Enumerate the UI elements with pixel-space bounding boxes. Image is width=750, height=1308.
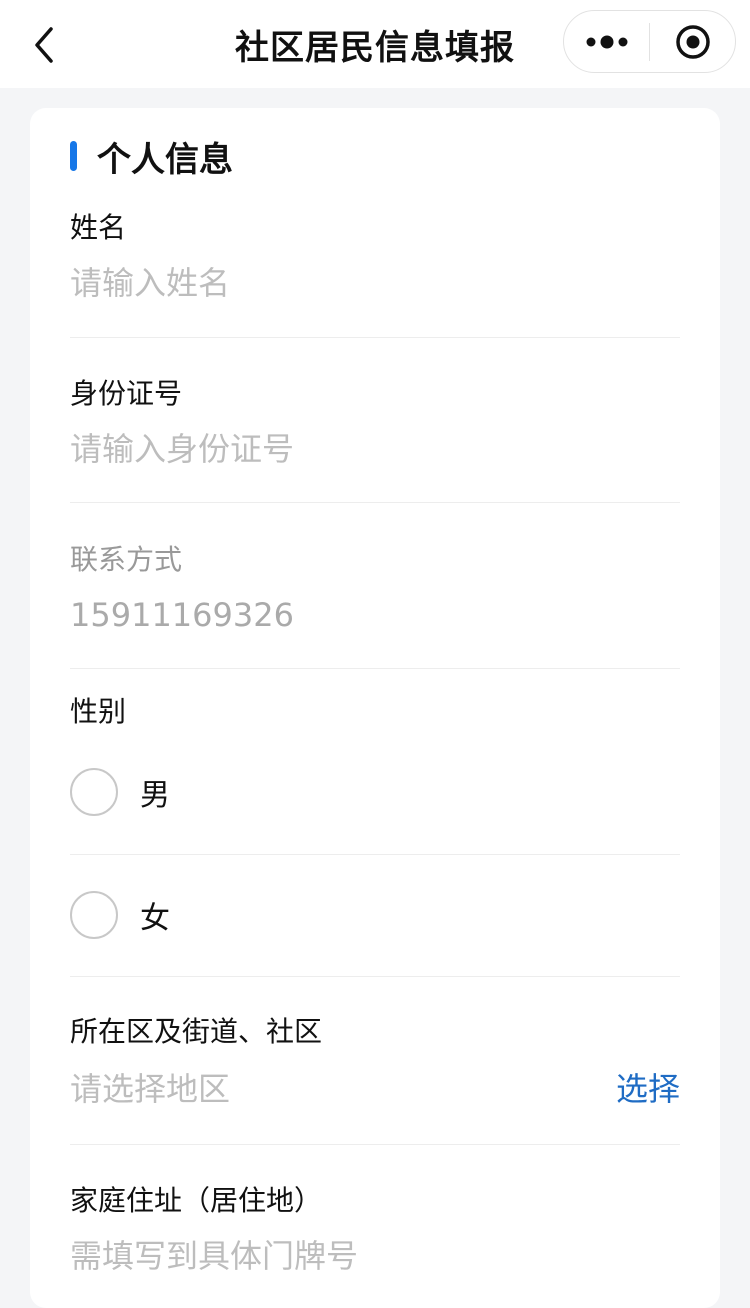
divider	[70, 668, 680, 669]
divider	[70, 976, 680, 977]
gender-option-female[interactable]: 女	[70, 885, 680, 945]
district-label: 所在区及街道、社区	[70, 1015, 323, 1048]
close-target-icon	[675, 24, 710, 59]
contact-value: 15911169326	[70, 596, 294, 634]
address-input[interactable]	[70, 1231, 680, 1281]
more-dots-icon	[586, 35, 627, 48]
divider	[70, 502, 680, 503]
section-accent-bar	[70, 141, 77, 171]
radio-button[interactable]	[70, 891, 118, 939]
divider	[70, 854, 680, 855]
navigation-bar: 社区居民信息填报	[0, 0, 750, 88]
section-title: 个人信息	[97, 139, 233, 180]
district-select[interactable]: 请选择地区 选择	[70, 1062, 680, 1112]
radio-label: 女	[140, 901, 170, 936]
section-header: 个人信息	[70, 134, 233, 180]
address-label: 家庭住址（居住地）	[70, 1184, 323, 1217]
close-button[interactable]	[650, 11, 735, 72]
divider	[70, 337, 680, 338]
district-field: 所在区及街道、社区 请选择地区 选择	[70, 1012, 680, 1112]
gender-field: 性别	[70, 692, 680, 732]
contact-label: 联系方式	[70, 543, 183, 576]
name-label: 姓名	[70, 211, 127, 244]
address-field: 家庭住址（居住地）	[70, 1181, 680, 1281]
id-number-input[interactable]	[70, 424, 680, 474]
radio-button[interactable]	[70, 768, 118, 816]
more-button[interactable]	[564, 11, 649, 72]
personal-info-card: 个人信息 姓名 身份证号 联系方式 15911169326 性别 男 女 所在区…	[30, 108, 720, 1308]
district-select-link[interactable]: 选择	[616, 1064, 680, 1110]
radio-label: 男	[140, 778, 170, 813]
name-input[interactable]	[70, 258, 680, 308]
mini-program-capsule	[563, 10, 736, 73]
name-field: 姓名	[70, 208, 680, 308]
contact-field: 联系方式 15911169326	[70, 540, 680, 640]
district-placeholder: 请选择地区	[70, 1070, 231, 1108]
gender-option-male[interactable]: 男	[70, 762, 680, 822]
divider	[70, 1144, 680, 1145]
id-number-label: 身份证号	[70, 377, 183, 410]
id-number-field: 身份证号	[70, 374, 680, 474]
gender-label: 性别	[70, 695, 127, 728]
